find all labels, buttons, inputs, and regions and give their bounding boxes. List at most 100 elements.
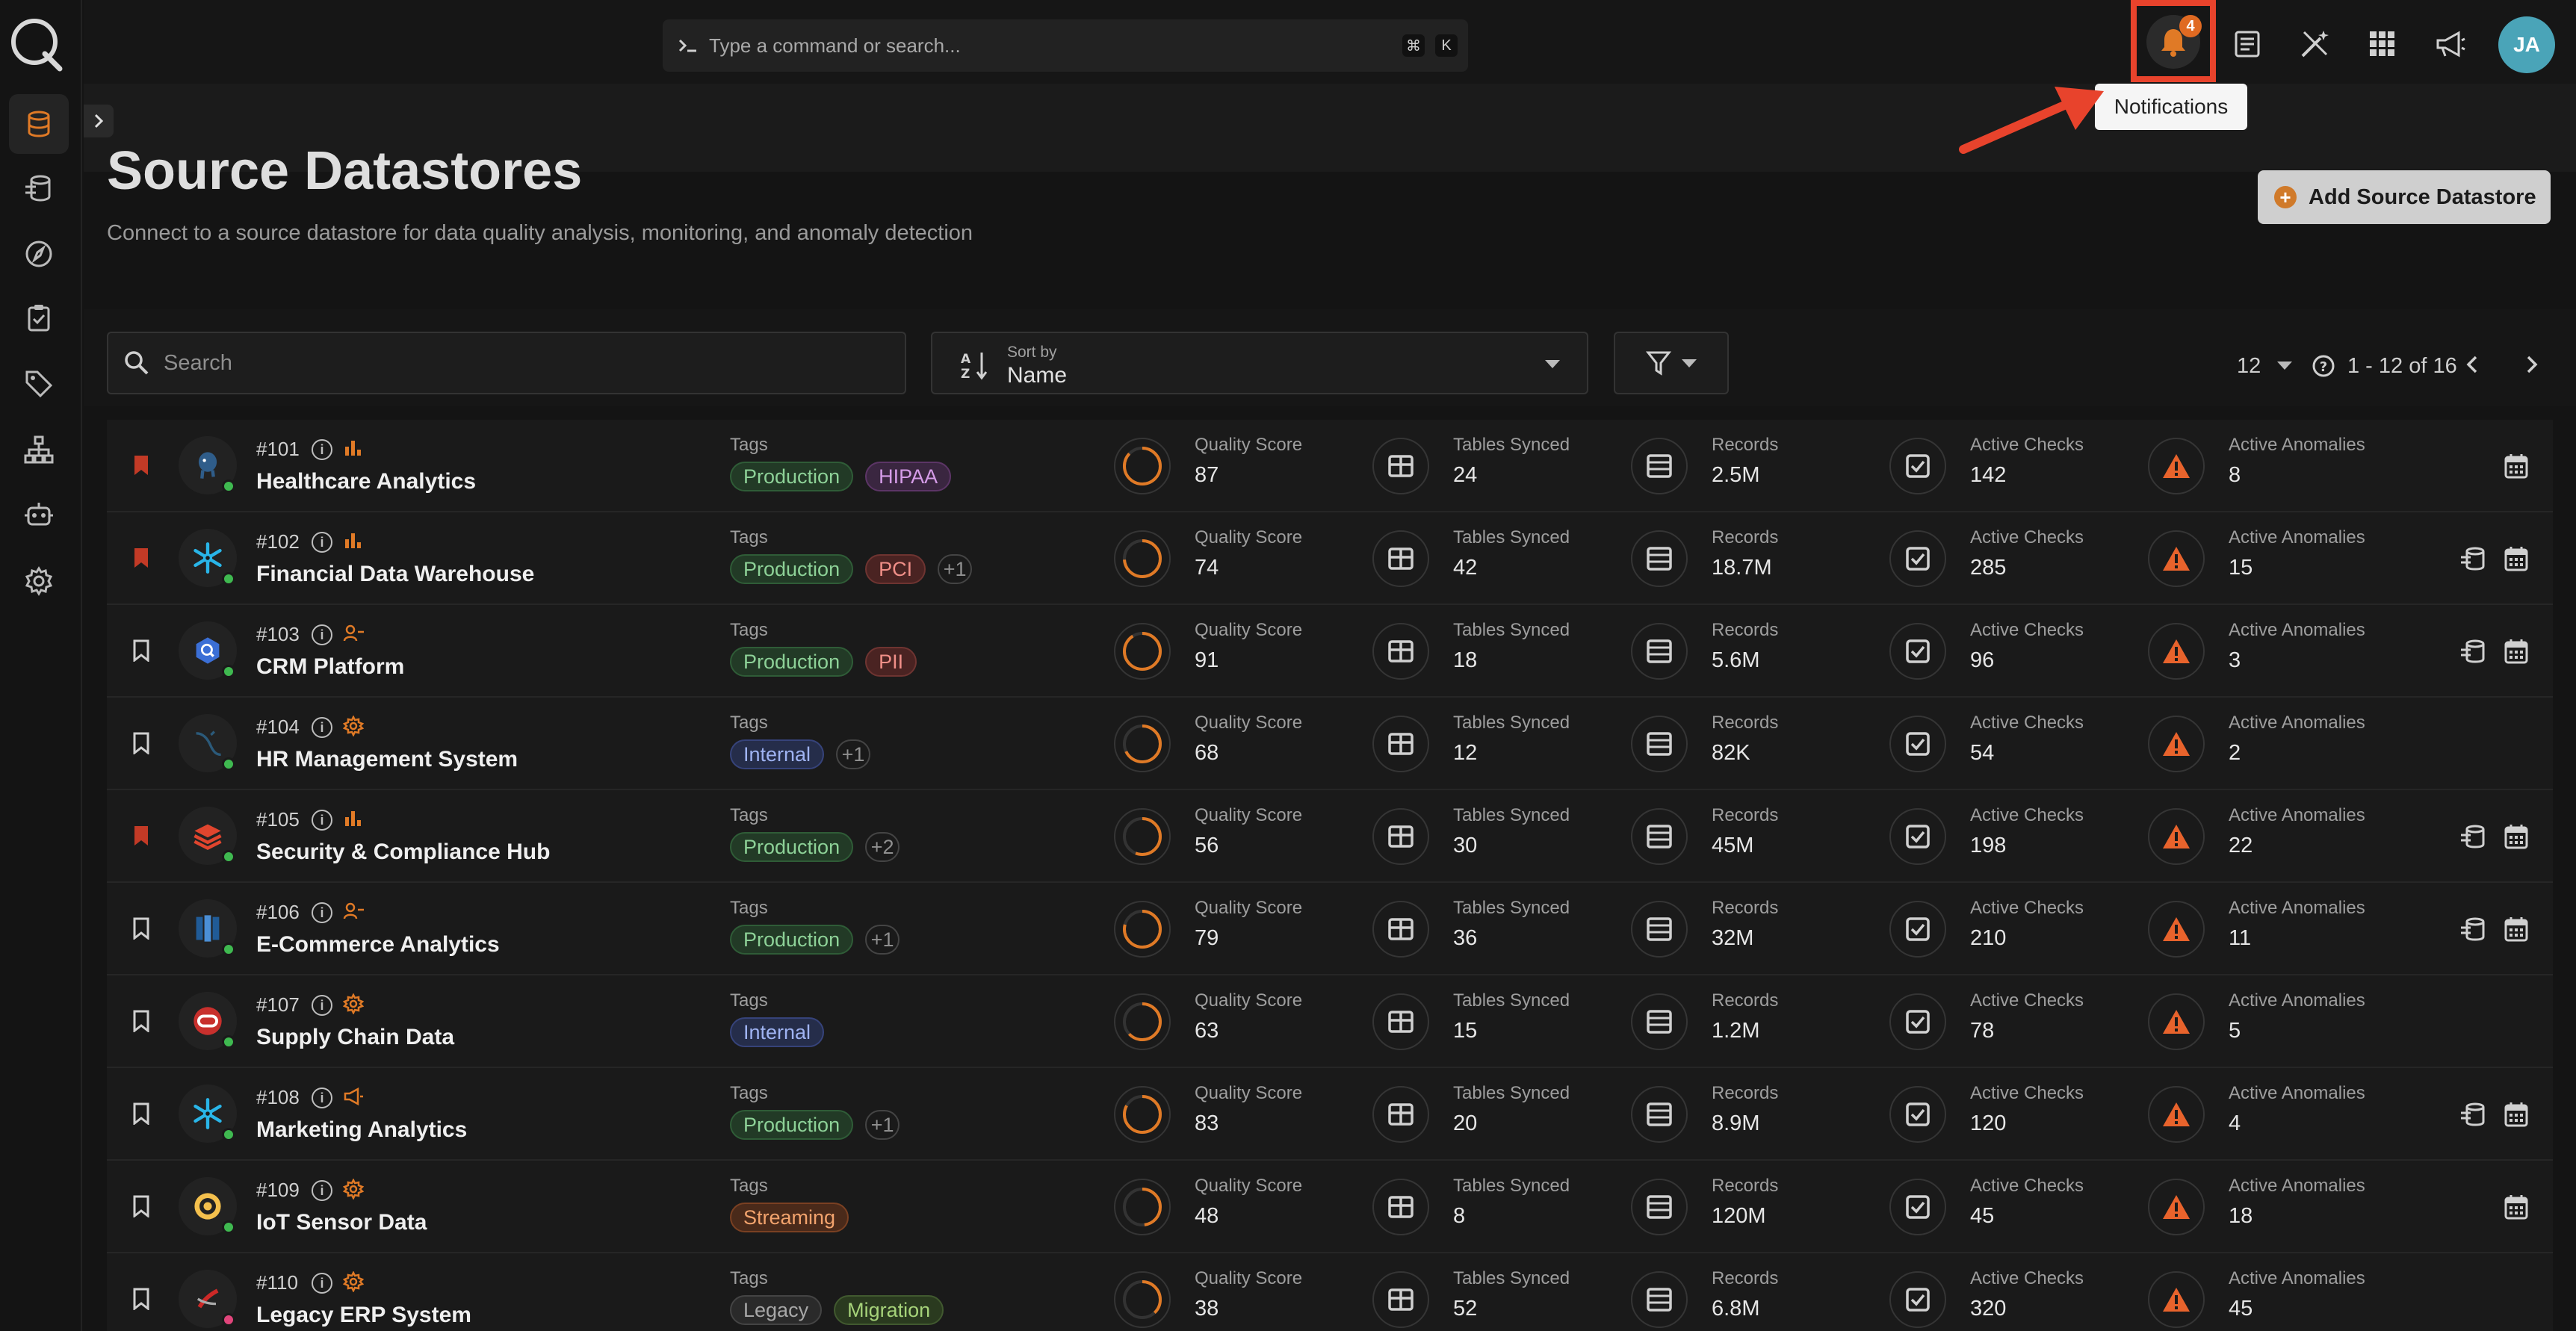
more-tags-chip[interactable]: +1 [865, 1110, 900, 1140]
calendar-button[interactable] [2504, 453, 2529, 480]
sort-dropdown[interactable]: AZ Sort by Name [931, 332, 1588, 394]
tag-chip[interactable]: Production [730, 1110, 854, 1140]
tag-chip[interactable]: Production [730, 462, 854, 491]
calendar-button[interactable] [2504, 823, 2529, 850]
datastore-name[interactable]: IoT Sensor Data [256, 1210, 427, 1235]
more-tags-chip[interactable]: +1 [938, 554, 973, 584]
info-icon[interactable]: i [312, 902, 332, 923]
info-icon[interactable]: i [312, 439, 332, 460]
calendar-button[interactable] [2504, 1101, 2529, 1128]
sidebar-item-enrichment[interactable] [9, 158, 69, 218]
enrichment-button[interactable] [2460, 823, 2487, 850]
more-tags-chip[interactable]: +2 [865, 832, 900, 862]
datastore-name[interactable]: Supply Chain Data [256, 1025, 454, 1050]
calendar-button[interactable] [2504, 916, 2529, 943]
datastore-row[interactable]: #110 i Legacy ERP System Tags Legacy Migratio… [107, 1253, 2553, 1331]
bookmark-button[interactable] [132, 547, 150, 569]
datastore-name[interactable]: E-Commerce Analytics [256, 932, 500, 958]
info-icon[interactable]: i [312, 717, 332, 738]
tag-chip[interactable]: Production [730, 647, 854, 677]
info-icon[interactable]: i [312, 1088, 332, 1108]
sidebar-item-datastores[interactable] [9, 94, 69, 154]
tag-chip[interactable]: Internal [730, 1017, 825, 1047]
datastore-row[interactable]: #108 i Marketing Analytics Tags Production +1… [107, 1068, 2553, 1161]
sidebar-item-explore[interactable] [9, 224, 69, 284]
sidebar-expand-button[interactable] [84, 105, 114, 137]
datastore-row[interactable]: #104 i HR Management System Tags Internal +1 Q… [107, 698, 2553, 790]
apps-button[interactable] [2356, 18, 2409, 70]
docs-button[interactable] [2221, 18, 2273, 70]
tag-chip[interactable]: PCI [865, 554, 926, 584]
sidebar-item-checks[interactable] [9, 288, 69, 348]
datastore-row[interactable]: #103 i CRM Platform Tags Production PII Qualit… [107, 605, 2553, 698]
enrichment-button[interactable] [2460, 545, 2487, 572]
tag-chip[interactable]: HIPAA [865, 462, 952, 491]
datastore-row[interactable]: #101 i Healthcare Analytics Tags Production H… [107, 420, 2553, 512]
per-page-select[interactable]: 12 [2237, 354, 2261, 379]
bookmark-button[interactable] [132, 1288, 150, 1310]
announcements-button[interactable] [2424, 18, 2477, 70]
datastore-name[interactable]: Financial Data Warehouse [256, 562, 534, 587]
calendar-button[interactable] [2504, 1194, 2529, 1220]
command-search[interactable]: Type a command or search... ⌘ K [663, 19, 1468, 72]
bookmark-button[interactable] [132, 917, 150, 940]
datastore-row[interactable]: #102 i Financial Data Warehouse Tags Product… [107, 512, 2553, 605]
records-label: Records [1712, 1083, 1779, 1103]
chevron-left-icon[interactable] [2462, 353, 2483, 376]
info-icon[interactable]: i [312, 532, 332, 553]
tag-chip[interactable]: Production [730, 925, 854, 955]
enrichment-button[interactable] [2460, 638, 2487, 665]
calendar-button[interactable] [2504, 638, 2529, 665]
sidebar-item-flows[interactable] [9, 420, 69, 480]
tag-chip[interactable]: Production [730, 554, 854, 584]
filter-button[interactable] [1614, 332, 1729, 394]
user-avatar[interactable]: JA [2498, 16, 2555, 73]
sidebar-item-agents[interactable] [9, 485, 69, 545]
enrichment-button[interactable] [2460, 916, 2487, 943]
datastore-name[interactable]: Marketing Analytics [256, 1117, 467, 1143]
bookmark-button[interactable] [132, 639, 150, 662]
datastore-name[interactable]: CRM Platform [256, 654, 404, 680]
help-circle-icon[interactable]: ? [2312, 354, 2335, 378]
datastore-name[interactable]: Healthcare Analytics [256, 469, 476, 494]
calendar-button[interactable] [2504, 545, 2529, 572]
user-icon [343, 902, 364, 919]
info-icon[interactable]: i [312, 1273, 332, 1294]
info-icon[interactable]: i [312, 624, 332, 645]
bookmark-button[interactable] [132, 1010, 150, 1032]
bookmark-button[interactable] [132, 1195, 150, 1217]
info-icon[interactable]: i [312, 810, 332, 831]
search-box[interactable] [107, 332, 906, 394]
sidebar-item-tags[interactable] [9, 354, 69, 414]
info-icon[interactable]: i [312, 995, 332, 1016]
info-icon[interactable]: i [312, 1180, 332, 1201]
tag-chip[interactable]: Migration [834, 1295, 944, 1325]
datastore-name[interactable]: Legacy ERP System [256, 1303, 471, 1328]
tag-chip[interactable]: Production [730, 832, 854, 862]
caret-down-icon[interactable] [2277, 362, 2292, 370]
tag-chip[interactable]: Streaming [730, 1203, 849, 1232]
search-input[interactable] [164, 350, 836, 376]
chevron-right-icon[interactable] [2521, 353, 2542, 376]
tag-chip[interactable]: PII [865, 647, 917, 677]
datastore-name[interactable]: Security & Compliance Hub [256, 840, 550, 865]
theme-toggle-button[interactable] [2288, 18, 2341, 70]
bookmark-button[interactable] [132, 454, 150, 477]
more-tags-chip[interactable]: +1 [865, 925, 900, 955]
datastore-row[interactable]: #105 i Security & Compliance Hub Tags Produc… [107, 790, 2553, 883]
more-tags-chip[interactable]: +1 [836, 739, 871, 769]
grid-icon [2370, 31, 2394, 56]
datastore-row[interactable]: #106 i E-Commerce Analytics Tags Production +… [107, 883, 2553, 975]
bookmark-button[interactable] [132, 1102, 150, 1125]
tag-chip[interactable]: Legacy [730, 1295, 823, 1325]
bookmark-button[interactable] [132, 825, 150, 847]
add-source-datastore-button[interactable]: + Add Source Datastore [2258, 170, 2551, 224]
datastore-row[interactable]: #109 i IoT Sensor Data Tags Streaming Quality… [107, 1161, 2553, 1253]
app-logo[interactable] [7, 13, 66, 72]
datastore-name[interactable]: HR Management System [256, 747, 518, 772]
tag-chip[interactable]: Internal [730, 739, 825, 769]
bookmark-button[interactable] [132, 732, 150, 754]
sidebar-item-settings[interactable] [9, 551, 69, 611]
enrichment-button[interactable] [2460, 1101, 2487, 1128]
datastore-row[interactable]: #107 i Supply Chain Data Tags Internal Qualit… [107, 975, 2553, 1068]
